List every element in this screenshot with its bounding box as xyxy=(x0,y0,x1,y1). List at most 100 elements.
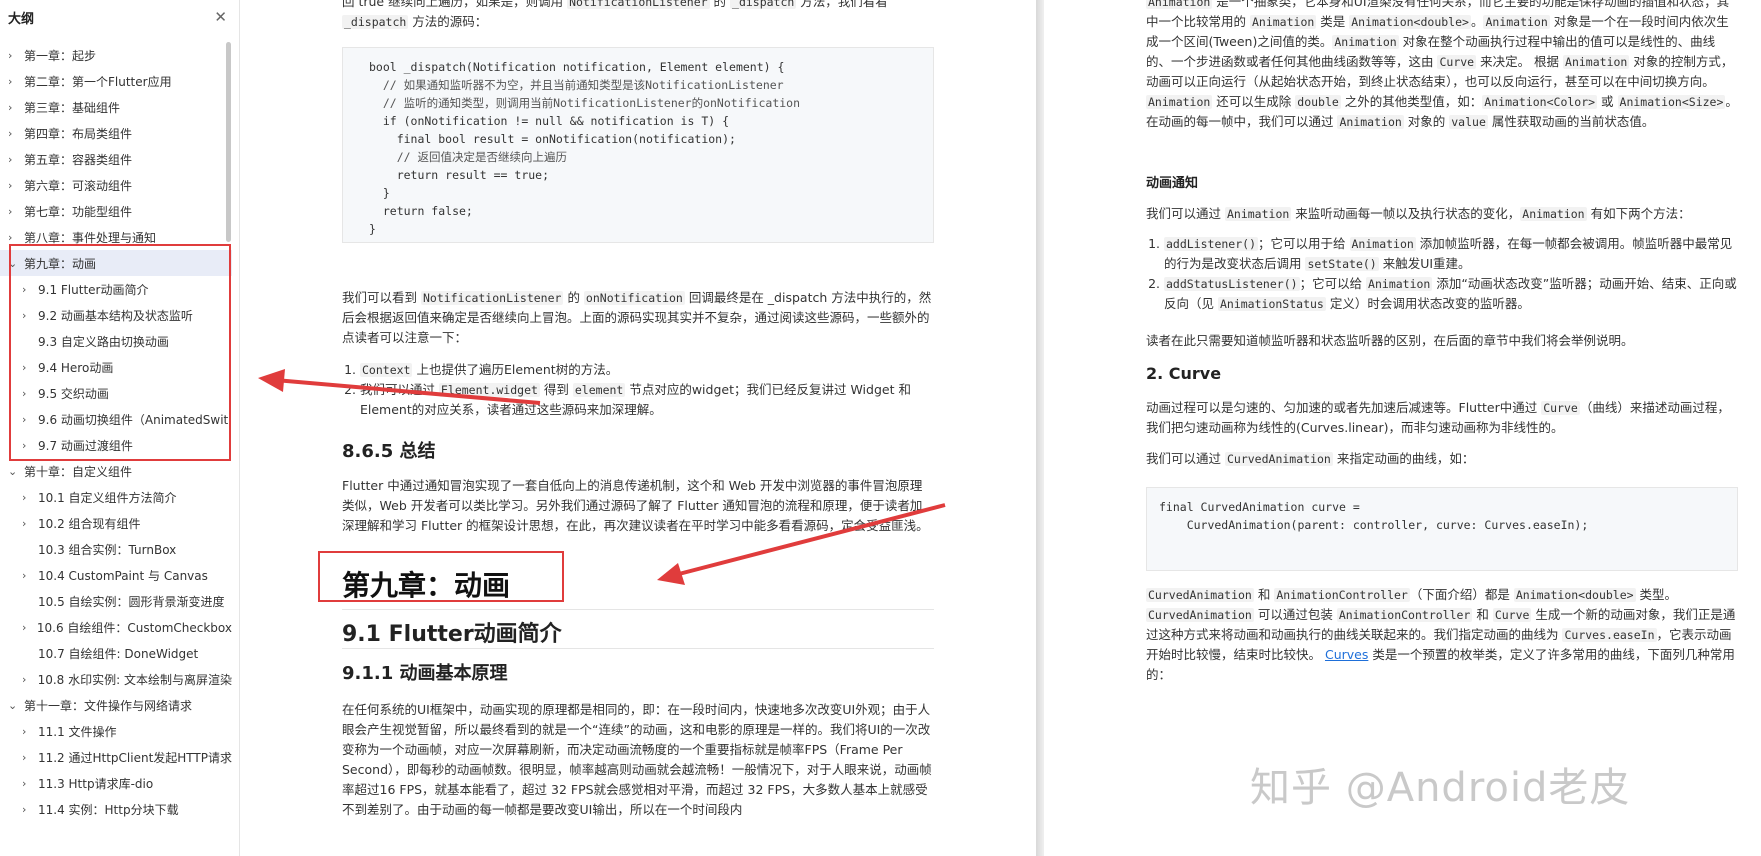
sidebar-item[interactable]: › 第三章：基础组件 xyxy=(0,94,232,120)
sidebar-item[interactable]: › 第五章：容器类组件 xyxy=(0,146,232,172)
chevron-right-icon[interactable]: › xyxy=(22,413,38,426)
chevron-right-icon[interactable]: › xyxy=(22,569,38,582)
sidebar-item[interactable]: 9.3 自定义路由切换动画 xyxy=(0,328,232,354)
inline-code: Animation xyxy=(1224,207,1292,221)
chevron-right-icon[interactable]: › xyxy=(22,751,38,764)
sidebar-item[interactable]: › 第四章：布局类组件 xyxy=(0,120,232,146)
sidebar-item-label: 11.3 Http请求库-dio xyxy=(38,776,154,791)
inline-code: onNotification xyxy=(583,291,685,305)
inline-code: CurvedAnimation xyxy=(1146,608,1254,622)
sidebar-item[interactable]: › 9.6 动画切换组件（AnimatedSwit xyxy=(0,406,232,432)
text: 和 xyxy=(1472,607,1493,622)
chevron-right-icon[interactable]: › xyxy=(8,49,24,62)
sidebar-item[interactable]: 10.7 自绘组件: DoneWidget xyxy=(0,640,232,666)
sidebar-item-label: 11.4 实例：Http分块下载 xyxy=(38,802,179,817)
chevron-right-icon[interactable]: › xyxy=(22,283,38,296)
chevron-right-icon[interactable]: › xyxy=(22,621,37,634)
inline-code: AnimationController xyxy=(1336,608,1473,622)
inline-code: Curve xyxy=(1541,401,1580,415)
chevron-right-icon[interactable]: › xyxy=(8,75,24,88)
code-line: bool _dispatch(Notification notification… xyxy=(369,60,785,74)
curves-link[interactable]: Curves xyxy=(1325,647,1368,662)
sidebar-item[interactable]: › 11.3 Http请求库-dio xyxy=(0,770,232,796)
sidebar-item[interactable]: › 10.8 水印实例: 文本绘制与离屏渲染 xyxy=(0,666,232,692)
chevron-right-icon[interactable]: › xyxy=(22,309,38,322)
sidebar-item[interactable]: › 9.4 Hero动画 xyxy=(0,354,232,380)
chevron-right-icon[interactable]: › xyxy=(22,673,38,686)
chevron-right-icon[interactable]: › xyxy=(22,361,38,374)
inline-code: value xyxy=(1449,115,1488,129)
chevron-right-icon[interactable]: › xyxy=(8,231,24,244)
sidebar-item[interactable]: ⌄ 第十一章：文件操作与网络请求 xyxy=(0,692,232,718)
sidebar-item[interactable]: › 第八章：事件处理与通知 xyxy=(0,224,232,250)
sidebar-item-label: 第十一章：文件操作与网络请求 xyxy=(24,698,193,713)
text: 我们可以看到 xyxy=(342,290,421,305)
inline-code: Curve xyxy=(1492,608,1532,622)
inline-code: AnimationController xyxy=(1274,588,1410,602)
close-icon[interactable]: ✕ xyxy=(214,8,227,26)
sidebar-item[interactable]: 10.3 组合实例：TurnBox xyxy=(0,536,232,562)
sidebar-item[interactable]: › 9.1 Flutter动画简介 xyxy=(0,276,232,302)
text: 可以通过包装 xyxy=(1253,607,1337,622)
chevron-right-icon[interactable]: › xyxy=(22,491,38,504)
inline-code: Animation xyxy=(1349,237,1416,251)
sidebar-item[interactable]: › 11.1 文件操作 xyxy=(0,718,232,744)
chevron-down-icon[interactable]: ⌄ xyxy=(8,465,24,478)
chevron-right-icon[interactable]: › xyxy=(22,725,38,738)
sidebar-item[interactable]: › 9.5 交织动画 xyxy=(0,380,232,406)
chevron-down-icon[interactable]: ⌄ xyxy=(8,257,24,270)
chevron-right-icon[interactable]: › xyxy=(8,179,24,192)
sidebar-item[interactable]: › 10.2 组合现有组件 xyxy=(0,510,232,536)
sidebar-item-label: 11.1 文件操作 xyxy=(38,724,117,739)
inline-code: Context xyxy=(360,363,413,377)
sidebar-item[interactable]: › 11.2 通过HttpClient发起HTTP请求 xyxy=(0,744,232,770)
chevron-right-icon[interactable]: › xyxy=(8,101,24,114)
code-line: return false; xyxy=(369,204,473,218)
sidebar-item-label: 第二章：第一个Flutter应用 xyxy=(24,74,172,89)
sidebar-item[interactable]: › 9.2 动画基本结构及状态监听 xyxy=(0,302,232,328)
sidebar-item[interactable]: 10.5 自绘实例：圆形背景渐变进度 xyxy=(0,588,232,614)
chevron-right-icon[interactable]: › xyxy=(8,205,24,218)
sidebar-item[interactable]: › 10.6 自绘组件：CustomCheckbox xyxy=(0,614,232,640)
sidebar-item[interactable]: › 第一章：起步 xyxy=(0,42,232,68)
sidebar-item[interactable]: › 第七章：功能型组件 xyxy=(0,198,232,224)
list-item: 我们可以通过 Element.widget 得到 element 节点对应的wi… xyxy=(360,380,934,420)
inline-code: Curve xyxy=(1437,55,1477,69)
paragraph-source-analysis: 我们可以看到 NotificationListener 的 onNotifica… xyxy=(342,288,934,348)
page-separator xyxy=(1036,0,1044,856)
chevron-right-icon[interactable]: › xyxy=(8,127,24,140)
sidebar-item[interactable]: › 11.4 实例：Http分块下载 xyxy=(0,796,232,822)
paragraph-listener-diff: 读者在此只需要知道帧监听器和状态监听器的区别，在后面的章节中我们将会举例说明。 xyxy=(1146,333,1634,348)
chevron-down-icon[interactable]: ⌄ xyxy=(8,699,24,712)
sidebar-item[interactable]: › 9.7 动画过渡组件 xyxy=(0,432,232,458)
list-item: addListener()；它可以用于给 Animation 添加帧监听器，在每… xyxy=(1164,234,1738,274)
sidebar-item-label: 第一章：起步 xyxy=(24,48,97,63)
sidebar-item[interactable]: › 10.4 CustomPaint 与 Canvas xyxy=(0,562,232,588)
document-page-right: Animation 是一个抽象类，它本身和UI渲染没有任何关系，而它主要的功能是… xyxy=(1044,0,1761,856)
text: 上也提供了遍历Element树的方法。 xyxy=(412,362,619,377)
chevron-right-icon[interactable]: › xyxy=(8,153,24,166)
sidebar-item[interactable]: › 第二章：第一个Flutter应用 xyxy=(0,68,232,94)
inline-code: Animation<Size> xyxy=(1617,95,1726,109)
sidebar-scrollbar[interactable] xyxy=(226,42,231,242)
sidebar-item-label: 10.5 自绘实例：圆形背景渐变进度 xyxy=(38,594,225,609)
inline-code: Animation xyxy=(1332,35,1399,49)
sidebar-item[interactable]: ⌄ 第十章：自定义组件 xyxy=(0,458,232,484)
chevron-right-icon[interactable]: › xyxy=(22,803,38,816)
sidebar-item-label: 第四章：布局类组件 xyxy=(24,126,133,141)
sidebar-item[interactable]: › 第六章：可滚动组件 xyxy=(0,172,232,198)
text: 定义）时会调用状态改变的监听器。 xyxy=(1325,296,1530,311)
sidebar-item[interactable]: ⌄ 第九章：动画 xyxy=(0,250,232,276)
code-line: final CurvedAnimation curve = xyxy=(1159,500,1360,514)
text: 或 xyxy=(1597,94,1618,109)
text: 类型。 xyxy=(1635,587,1678,602)
chevron-right-icon[interactable]: › xyxy=(22,439,38,452)
text: 有如下两个方法： xyxy=(1586,206,1691,221)
chevron-right-icon[interactable]: › xyxy=(22,517,38,530)
sidebar-item[interactable]: › 10.1 自定义组件方法简介 xyxy=(0,484,232,510)
inline-code: _dispatch xyxy=(730,0,797,9)
chevron-right-icon[interactable]: › xyxy=(22,777,38,790)
sidebar-item-label: 11.2 通过HttpClient发起HTTP请求 xyxy=(37,750,232,765)
inline-code: Animation xyxy=(1366,277,1433,291)
chevron-right-icon[interactable]: › xyxy=(22,387,38,400)
